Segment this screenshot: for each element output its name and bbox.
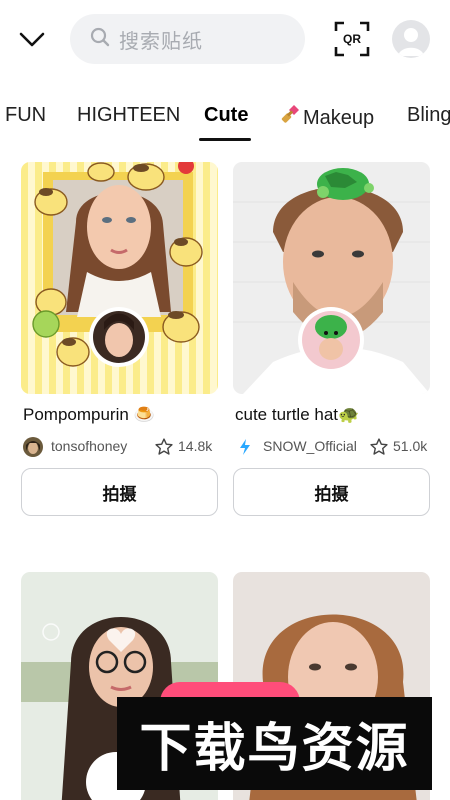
author-avatar[interactable] xyxy=(23,437,43,457)
tab-bling[interactable]: Bling xyxy=(407,104,450,127)
like-count: 14.8k xyxy=(178,438,213,454)
tab-makeup[interactable]: Makeup xyxy=(279,104,374,132)
top-bar: 搜索贴纸 QR xyxy=(0,0,450,80)
star-icon[interactable] xyxy=(154,437,174,457)
tab-makeup-label: Makeup xyxy=(303,107,375,129)
active-tab-indicator xyxy=(199,138,251,141)
star-icon[interactable] xyxy=(369,437,389,457)
avatar[interactable] xyxy=(392,20,430,58)
qr-scan-button[interactable]: QR xyxy=(333,20,371,58)
search-input[interactable]: 搜索贴纸 xyxy=(70,14,305,64)
shoot-button[interactable]: 拍摄 xyxy=(21,468,218,516)
shoot-button[interactable]: 拍摄 xyxy=(233,468,430,516)
tab-fun[interactable]: FUN xyxy=(5,104,46,127)
sticker-preview-image[interactable] xyxy=(233,162,430,394)
tab-cute[interactable]: Cute xyxy=(204,104,248,127)
chevron-down-icon[interactable] xyxy=(14,22,50,58)
lipstick-icon xyxy=(279,104,301,132)
sticker-preview-image[interactable] xyxy=(21,162,218,394)
watermark-banner: 下载鸟资源 xyxy=(117,697,432,790)
sticker-title: Pompompurin 🍮 xyxy=(23,405,155,424)
qr-label: QR xyxy=(343,32,361,46)
sticker-title: cute turtle hat🐢 xyxy=(235,405,360,424)
author-name[interactable]: SNOW_Official xyxy=(263,438,357,454)
watermark-text: 下载鸟资源 xyxy=(139,719,410,779)
tab-highteen[interactable]: HIGHTEEN xyxy=(77,104,180,127)
search-icon xyxy=(90,27,110,51)
sticker-meta: tonsofhoney 14.8k xyxy=(23,437,218,459)
snow-bolt-icon[interactable] xyxy=(235,437,255,457)
sticker-meta: SNOW_Official 51.0k xyxy=(235,437,430,459)
category-tabs: FUN HIGHTEEN Cute Makeup Bling xyxy=(0,96,450,144)
search-placeholder: 搜索贴纸 xyxy=(119,28,203,53)
like-count: 51.0k xyxy=(393,438,428,454)
author-name[interactable]: tonsofhoney xyxy=(51,438,127,454)
